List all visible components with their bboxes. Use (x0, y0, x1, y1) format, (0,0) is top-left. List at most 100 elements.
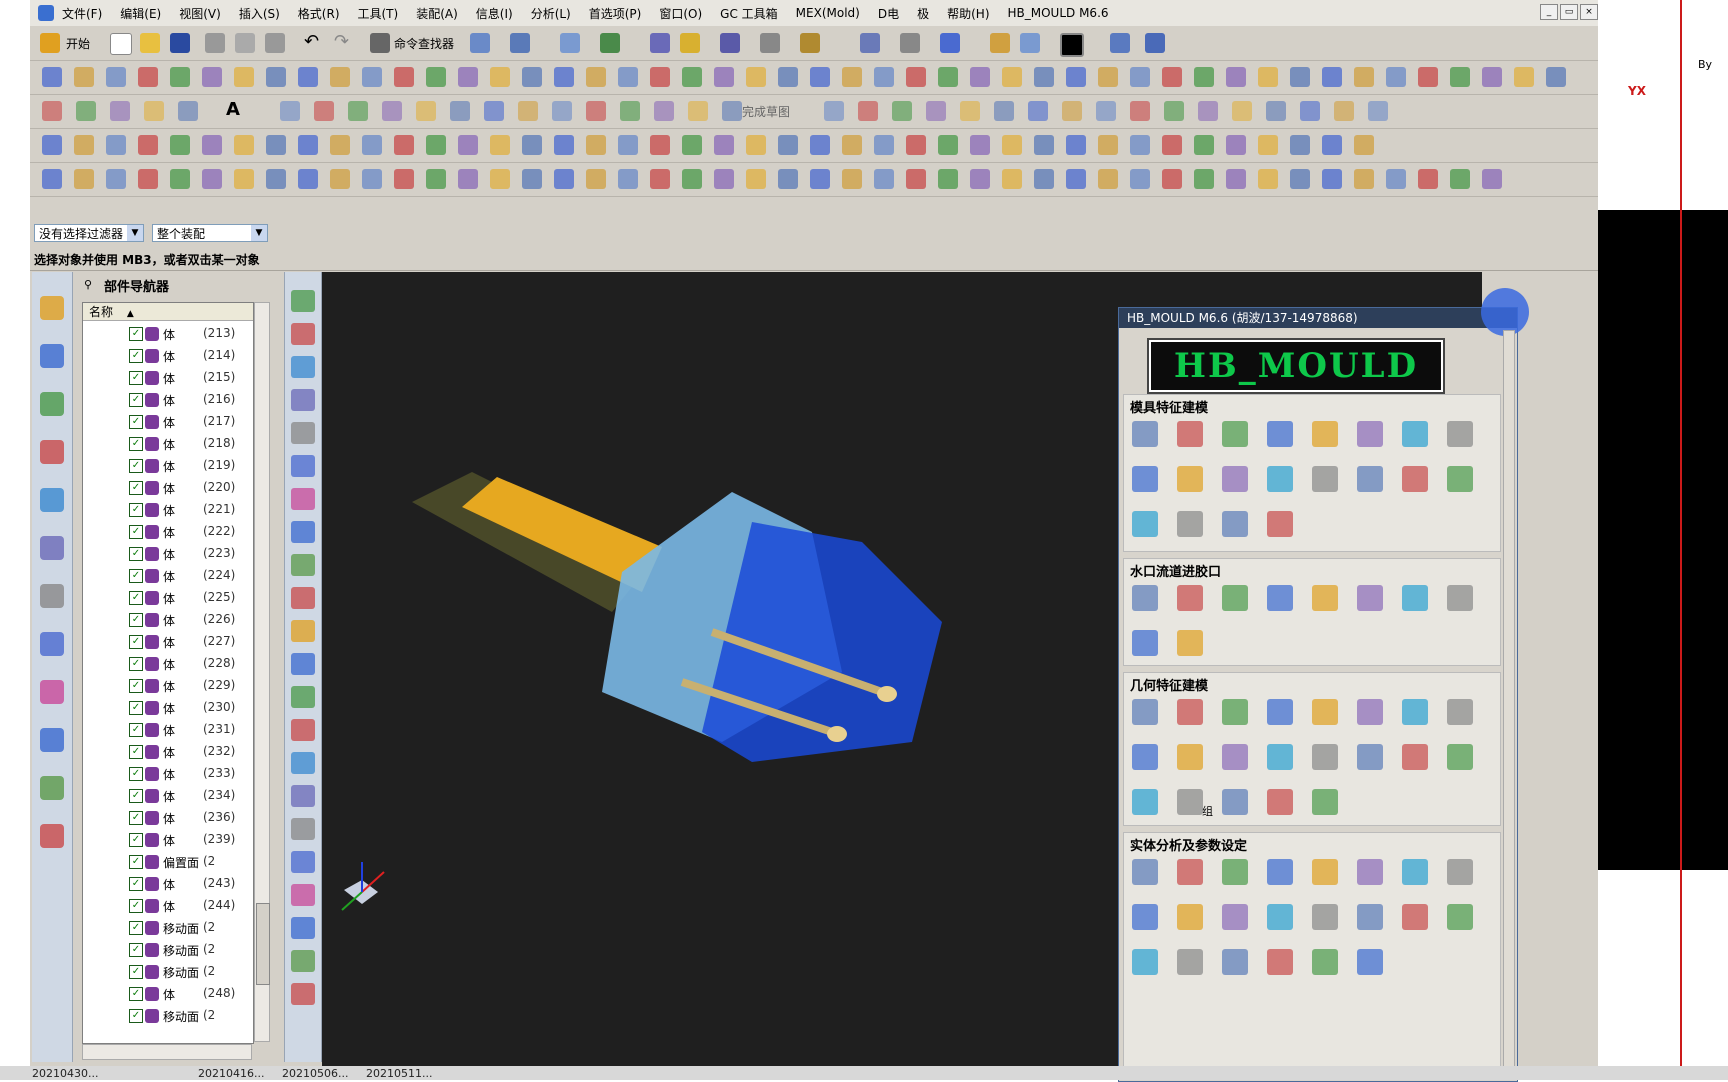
toolbar-tool-icon[interactable] (650, 169, 670, 189)
mould-tool-icon[interactable] (1222, 789, 1248, 815)
tree-row[interactable]: ✓ 体 (217) (83, 411, 253, 433)
menu-mex-mold[interactable]: MEX(Mold) (796, 6, 860, 20)
mould-tool-icon[interactable] (1177, 744, 1203, 770)
toolbar-tool-icon[interactable] (42, 67, 62, 87)
assembly-scope-combo[interactable]: 整个装配 ▼ (152, 224, 268, 242)
feature-tool-icon[interactable] (291, 950, 315, 972)
visibility-checkbox[interactable]: ✓ (129, 635, 143, 649)
feature-tool-icon[interactable] (291, 818, 315, 840)
resource-tab-icon[interactable] (40, 776, 64, 800)
toolbar-tool-icon[interactable] (490, 67, 510, 87)
toolbar-tool-icon[interactable] (202, 135, 222, 155)
visibility-checkbox[interactable]: ✓ (129, 855, 143, 869)
toolbar-tool-icon[interactable] (1226, 135, 1246, 155)
mould-tool-icon[interactable] (1312, 904, 1338, 930)
finish-sketch-button[interactable]: 完成草图 (742, 103, 790, 120)
toolbar-tool-icon[interactable] (586, 67, 606, 87)
toolbar-tool-icon[interactable] (810, 67, 830, 87)
mould-tool-icon[interactable] (1402, 466, 1428, 492)
toolbar-tool-icon[interactable] (1034, 135, 1054, 155)
mould-tool-icon[interactable] (1447, 421, 1473, 447)
restore-button[interactable]: ▭ (1560, 4, 1578, 20)
toolbar-tool-icon[interactable] (554, 135, 574, 155)
toolbar-tool-icon[interactable] (362, 169, 382, 189)
view-tool-icon[interactable] (720, 33, 740, 53)
mould-tool-icon[interactable] (1447, 859, 1473, 885)
resource-tab-icon[interactable] (40, 344, 64, 368)
tree-row[interactable]: ✓ 体 (218) (83, 433, 253, 455)
paste-icon[interactable] (265, 33, 285, 53)
mould-tool-icon[interactable] (1132, 789, 1158, 815)
toolbar-tool-icon[interactable] (170, 135, 190, 155)
resource-tab-icon[interactable] (40, 632, 64, 656)
sketch-tool-icon[interactable] (1028, 101, 1048, 121)
menu-preferences[interactable]: 首选项(P) (589, 5, 642, 22)
toolbar-tool-icon[interactable] (522, 67, 542, 87)
mould-tool-icon[interactable] (1177, 421, 1203, 447)
command-finder-button[interactable]: 命令查找器 (394, 35, 454, 52)
visibility-checkbox[interactable]: ✓ (129, 349, 143, 363)
toolbar-tool-icon[interactable] (1162, 67, 1182, 87)
mould-tool-icon[interactable] (1402, 421, 1428, 447)
toolbar-tool-icon[interactable] (1546, 67, 1566, 87)
sketch-tool-icon[interactable] (1368, 101, 1388, 121)
mould-tool-icon[interactable] (1132, 949, 1158, 975)
mould-tool-icon[interactable] (1447, 904, 1473, 930)
toolbar-tool-icon[interactable] (330, 135, 350, 155)
mould-tool-icon[interactable] (1357, 744, 1383, 770)
toolbar-tool-icon[interactable] (842, 67, 862, 87)
toolbar-tool-icon[interactable] (394, 135, 414, 155)
toolbar-tool-icon[interactable] (138, 169, 158, 189)
visibility-checkbox[interactable]: ✓ (129, 943, 143, 957)
info-tool-icon[interactable] (510, 33, 530, 53)
toolbar-tool-icon[interactable] (1258, 169, 1278, 189)
save-icon[interactable] (170, 33, 190, 53)
tree-row[interactable]: ✓ 移动面 (2 (83, 939, 253, 961)
navigator-vertical-scrollbar[interactable] (254, 302, 270, 1042)
sketch-tool-icon[interactable] (654, 101, 674, 121)
feature-tool-icon[interactable] (291, 554, 315, 576)
mould-tool-icon[interactable] (1222, 949, 1248, 975)
mould-tool-icon[interactable] (1312, 859, 1338, 885)
toolbar-tool-icon[interactable] (682, 67, 702, 87)
sketch-tool-icon[interactable] (824, 101, 844, 121)
toolbar-tool-icon[interactable] (1002, 67, 1022, 87)
feature-tool-icon[interactable] (291, 620, 315, 642)
visibility-checkbox[interactable]: ✓ (129, 371, 143, 385)
toolbar-tool-icon[interactable] (1258, 67, 1278, 87)
mould-tool-icon[interactable] (1132, 859, 1158, 885)
visibility-checkbox[interactable]: ✓ (129, 1009, 143, 1023)
toolbar-tool-icon[interactable] (1386, 67, 1406, 87)
toolbar-tool-icon[interactable] (874, 135, 894, 155)
visibility-checkbox[interactable]: ✓ (129, 481, 143, 495)
menu-gc-toolbox[interactable]: GC 工具箱 (720, 5, 778, 22)
feature-tool-icon[interactable] (291, 752, 315, 774)
sketch-tool-icon[interactable] (1232, 101, 1252, 121)
mould-tool-icon[interactable] (1267, 949, 1293, 975)
mould-tool-icon[interactable] (1132, 744, 1158, 770)
toolbar-tool-icon[interactable] (106, 67, 126, 87)
mould-tool-icon[interactable] (1357, 859, 1383, 885)
feature-tool-icon[interactable] (291, 653, 315, 675)
tree-row[interactable]: ✓ 体 (226) (83, 609, 253, 631)
minimize-button[interactable]: _ (1540, 4, 1558, 20)
mould-tool-icon[interactable] (1447, 744, 1473, 770)
toolbar-tool-icon[interactable] (42, 169, 62, 189)
mould-tool-icon[interactable] (1312, 421, 1338, 447)
sketch-tool-icon[interactable] (110, 101, 130, 121)
toolbar-tool-icon[interactable] (1002, 135, 1022, 155)
toolbar-tool-icon[interactable] (1002, 169, 1022, 189)
toolbar-tool-icon[interactable] (266, 169, 286, 189)
resource-tab-icon[interactable] (40, 824, 64, 848)
lighting-icon[interactable] (990, 33, 1010, 53)
mould-tool-icon[interactable] (1357, 421, 1383, 447)
menu-help[interactable]: 帮助(H) (947, 5, 989, 22)
toolbar-tool-icon[interactable] (1290, 67, 1310, 87)
toolbar-tool-icon[interactable] (1450, 67, 1470, 87)
sketch-tool-icon[interactable] (348, 101, 368, 121)
toolbar-tool-icon[interactable] (746, 135, 766, 155)
resource-tab-icon[interactable] (40, 536, 64, 560)
toolbar-tool-icon[interactable] (458, 135, 478, 155)
visibility-checkbox[interactable]: ✓ (129, 767, 143, 781)
feature-tool-icon[interactable] (291, 719, 315, 741)
